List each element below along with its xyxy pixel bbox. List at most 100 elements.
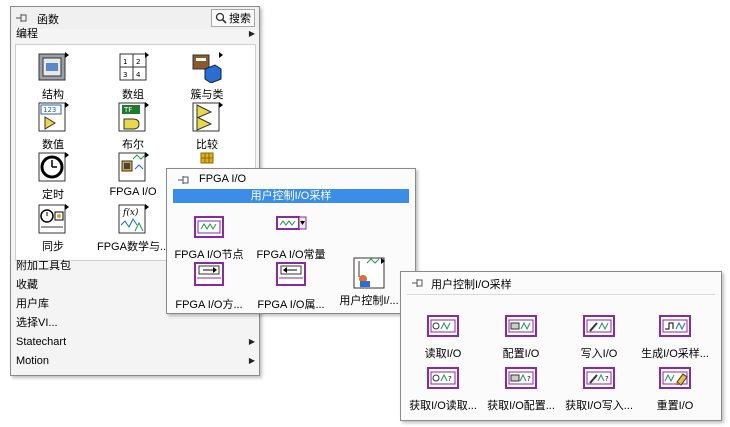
numeric-icon: 123	[37, 101, 69, 133]
user-controlled-io-icon	[353, 257, 385, 289]
palette-item-boolean[interactable]: TF 布尔	[97, 101, 169, 152]
palette-item-label: FPGA I/O方...	[175, 299, 243, 311]
fpga-math-icon: f(x)	[117, 203, 149, 235]
get-io-write-icon: ?	[583, 362, 615, 394]
palette-item-fpga-io-constant[interactable]: FPGA I/O常量	[255, 211, 327, 262]
svg-text:?: ?	[605, 375, 609, 383]
selected-subpalette-header[interactable]: 用户控制I/O采样	[173, 189, 409, 203]
palette-item-generate-io-sample[interactable]: 生成I/O采样...	[639, 310, 711, 361]
divider	[407, 294, 715, 295]
pin-icon[interactable]	[15, 12, 29, 24]
palette-item-label: 写入I/O	[580, 348, 618, 360]
fpga-io-method-icon	[193, 261, 225, 293]
palette-item-cluster-class[interactable]: 簇与类	[171, 51, 243, 102]
cluster-class-icon	[191, 51, 223, 84]
boolean-icon: TF	[117, 101, 149, 133]
category-label: 附加工具包	[16, 260, 71, 272]
array-icon: 1 2 3 4	[117, 51, 149, 83]
search-icon	[215, 12, 227, 24]
palette-item-array[interactable]: 1 2 3 4 数组	[97, 51, 169, 102]
uc-io-titlebar[interactable]: 用户控制I/O采样	[401, 272, 721, 294]
palette-item-label: 结构	[42, 89, 64, 101]
palette-item-get-io-write[interactable]: ? 获取I/O写入...	[563, 362, 635, 413]
palette-item-get-io-config[interactable]: ? 获取I/O配置...	[485, 362, 557, 413]
palette-item-synchronization[interactable]: 同步	[17, 203, 89, 254]
synchronization-icon	[37, 203, 69, 235]
palette-item-label: 获取I/O配置...	[487, 400, 555, 412]
svg-text:3: 3	[123, 71, 127, 79]
get-io-read-icon: ?	[427, 362, 459, 394]
triangle-right-icon: ▶	[248, 356, 255, 365]
palette-item-fpga-math[interactable]: f(x) FPGA数学与...	[97, 203, 169, 254]
category-label: 编程	[16, 28, 38, 40]
fpga-io-property-icon	[275, 261, 307, 293]
palette-item-label: 读取I/O	[424, 348, 462, 360]
palette-item-reset-io[interactable]: 重置I/O	[639, 362, 711, 413]
palette-item-label: 获取I/O读取...	[409, 400, 477, 412]
svg-text:123: 123	[43, 106, 56, 114]
category-label: 用户库	[16, 298, 49, 310]
palette-item-label: 获取I/O写入...	[565, 400, 633, 412]
palette-title: FPGA I/O	[199, 173, 247, 185]
palette-item-label: 定时	[42, 189, 64, 201]
get-io-config-icon: ?	[505, 362, 537, 394]
triangle-right-icon: ▶	[248, 337, 255, 346]
category-label: Motion	[16, 355, 50, 367]
write-io-icon	[583, 310, 615, 342]
fpga-io-titlebar[interactable]: FPGA I/O	[167, 169, 415, 191]
category-statechart[interactable]: Statechart ▶	[16, 333, 255, 351]
structures-icon	[37, 51, 69, 83]
palette-item-fpga-io-property[interactable]: FPGA I/O属...	[255, 261, 327, 312]
category-select-vi[interactable]: 选择VI...	[16, 314, 255, 332]
palette-item-comparison[interactable]: 比较	[171, 101, 243, 152]
palette-item-label: 比较	[196, 139, 218, 151]
palette-item-label: 生成I/O采样...	[641, 348, 709, 360]
fpga-io-node-icon	[193, 211, 225, 243]
palette-item-label: 用户控制I/...	[339, 295, 399, 307]
category-label: 收藏	[16, 279, 38, 291]
svg-text:?: ?	[448, 375, 452, 383]
reset-io-icon	[659, 362, 691, 394]
palette-item-fpga-io-node[interactable]: FPGA I/O节点	[173, 211, 245, 262]
palette-item-user-controlled-io[interactable]: 用户控制I/...	[333, 257, 405, 308]
category-label: Statechart	[16, 336, 67, 348]
palette-item-get-io-read[interactable]: ? 获取I/O读取...	[407, 362, 479, 413]
palette-item-label: FPGA数学与...	[97, 241, 170, 253]
palette-item-write-io[interactable]: 写入I/O	[563, 310, 635, 361]
timing-icon	[37, 151, 69, 183]
palette-item-label: 同步	[42, 241, 64, 253]
category-label: 选择VI...	[16, 317, 58, 329]
fpga-io-constant-icon	[275, 211, 307, 243]
svg-text:TF: TF	[123, 106, 132, 114]
pin-icon[interactable]	[177, 174, 191, 186]
category-programming[interactable]: 编程 ▶	[16, 25, 255, 43]
triangle-right-icon: ▶	[248, 29, 255, 38]
palette-item-label: FPGA I/O常量	[256, 249, 326, 261]
search-label: 搜索	[229, 13, 251, 25]
pin-icon[interactable]	[411, 277, 425, 289]
palette-item-label: FPGA I/O节点	[174, 249, 244, 261]
category-motion[interactable]: Motion ▶	[16, 352, 255, 370]
palette-title: 用户控制I/O采样	[431, 279, 512, 291]
comparison-icon	[191, 101, 223, 133]
palette-item-timing[interactable]: 定时	[17, 151, 89, 202]
palette-item-structures[interactable]: 结构	[17, 51, 89, 102]
user-controlled-io-palette: 用户控制I/O采样 读取I/O 配置I/O 写入I/O 生成I/O采样... ?…	[400, 271, 722, 421]
palette-item-label: FPGA I/O属...	[257, 299, 325, 311]
svg-text:1: 1	[123, 58, 127, 66]
palette-item-fpga-io[interactable]: FPGA I/O	[97, 151, 169, 198]
palette-item-read-io[interactable]: 读取I/O	[407, 310, 479, 361]
svg-text:f(x): f(x)	[122, 207, 139, 218]
fpga-io-icon	[117, 151, 149, 183]
palette-item-label: 布尔	[122, 139, 144, 151]
palette-item-label: 数值	[42, 139, 64, 151]
configure-io-icon	[505, 310, 537, 342]
palette-item-label: 重置I/O	[656, 400, 694, 412]
palette-item-label: FPGA I/O	[109, 186, 157, 198]
palette-item-label: 数组	[122, 89, 144, 101]
palette-item-label: 配置I/O	[502, 348, 540, 360]
palette-item-fpga-io-method[interactable]: FPGA I/O方...	[173, 261, 245, 312]
palette-item-numeric[interactable]: 123 数值	[17, 101, 89, 152]
palette-item-configure-io[interactable]: 配置I/O	[485, 310, 557, 361]
read-io-icon	[427, 310, 459, 342]
